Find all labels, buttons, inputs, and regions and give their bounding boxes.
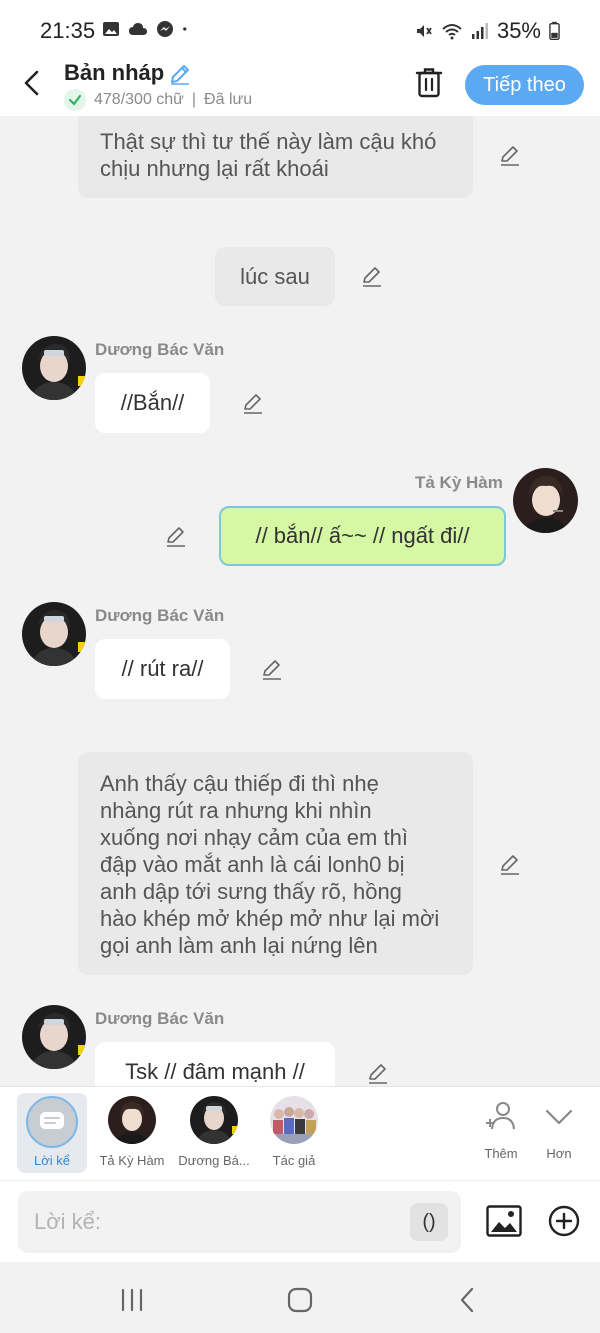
message-text: // bắn// ấ~~ // ngất đi// — [255, 523, 470, 548]
edit-message-icon[interactable] — [164, 524, 188, 548]
word-count: 478/300 chữ — [94, 91, 184, 108]
saved-status: Đã lưu — [204, 91, 253, 108]
more-button[interactable]: Hơn — [532, 1099, 586, 1161]
composer: () — [0, 1180, 600, 1262]
gallery-icon — [103, 22, 119, 36]
avatar — [190, 1096, 238, 1144]
message-line: gọi anh làm anh lại nứng lên — [100, 933, 378, 958]
avatar-duong-bac-van[interactable] — [22, 1005, 86, 1069]
add-circle-icon[interactable] — [548, 1205, 580, 1237]
messenger-icon — [157, 21, 173, 37]
wifi-icon — [442, 24, 462, 40]
character-message-right[interactable]: // bắn// ấ~~ // ngất đi// — [219, 506, 506, 566]
message-line: xuống nơi nhạy cảm của em thì — [100, 825, 408, 850]
chevron-down-icon — [545, 1109, 573, 1125]
speaker-name: Dương Bác Văn — [95, 340, 225, 359]
narration-message[interactable]: Anh thấy cậu thiếp đi thì nhẹ nhàng rút … — [78, 752, 473, 975]
narrator-icon — [26, 1096, 78, 1148]
speaker-name: Dương Bác Văn — [95, 1009, 225, 1028]
avatar-duong-bac-van[interactable] — [22, 602, 86, 666]
edit-message-icon[interactable] — [360, 264, 384, 288]
cloud-icon — [129, 23, 147, 35]
signal-icon — [471, 23, 488, 39]
mute-icon — [416, 25, 432, 37]
trash-icon[interactable] — [414, 66, 444, 98]
message-line: đập vào mắt anh là cái lonh0 bị — [100, 852, 405, 877]
avatar-ta-ky-ham[interactable] — [513, 468, 578, 533]
notification-icons — [102, 20, 192, 38]
message-line: hào khép mở khép mở như lại mời — [100, 906, 440, 931]
story-chat[interactable]: Thật sự thì tư thế này làm cậu khó chịu … — [0, 116, 600, 1086]
dot-icon — [183, 27, 187, 31]
speaker-name: Tả Kỳ Hàm — [415, 473, 503, 492]
character-label: Dương Bá... — [178, 1153, 250, 1168]
edit-message-icon[interactable] — [241, 391, 265, 415]
narration-message[interactable]: Thật sự thì tư thế này làm cậu khó chịu … — [78, 116, 473, 198]
character-selector: Lời kể Tả Kỳ Hàm Dương Bá... Tác giả Thê… — [0, 1086, 600, 1180]
back-nav-icon[interactable] — [454, 1286, 482, 1314]
add-label: Thêm — [484, 1146, 518, 1161]
check-icon — [64, 89, 86, 111]
draft-status: 478/300 chữ | Đã lưu — [64, 89, 252, 111]
draft-title: Bản nháp — [64, 60, 165, 85]
narration-input[interactable] — [18, 1191, 461, 1253]
more-label: Hơn — [546, 1146, 572, 1161]
character-author[interactable]: Tác giả — [259, 1096, 329, 1168]
status-time: 21:35 — [40, 18, 96, 43]
character-message[interactable]: //Bắn// — [95, 373, 210, 433]
recent-apps-icon[interactable] — [118, 1286, 146, 1314]
separator: | — [191, 91, 197, 108]
top-bar: Bản nháp 478/300 chữ | Đã lưu Tiếp theo — [0, 58, 600, 116]
next-button[interactable]: Tiếp theo — [465, 65, 584, 105]
add-character-button[interactable]: Thêm — [474, 1099, 528, 1161]
message-text: // rút ra// — [121, 656, 204, 681]
character-narrator[interactable]: Lời kể — [17, 1093, 87, 1173]
message-text: lúc sau — [240, 264, 310, 289]
message-text: Tsk // đâm mạnh // — [125, 1059, 305, 1084]
character-label: Lời kể — [34, 1153, 70, 1168]
back-arrow-icon[interactable] — [18, 68, 48, 98]
speaker-name: Dương Bác Văn — [95, 606, 225, 625]
edit-message-icon[interactable] — [498, 143, 522, 167]
parenthesis-button[interactable]: () — [410, 1203, 448, 1241]
character-message[interactable]: Tsk // đâm mạnh // — [95, 1042, 335, 1086]
avatar-duong-bac-van[interactable] — [22, 336, 86, 400]
edit-message-icon[interactable] — [260, 657, 284, 681]
character-message[interactable]: // rút ra// — [95, 639, 230, 699]
character-label: Tả Kỳ Hàm — [99, 1153, 165, 1168]
message-line: Anh thấy cậu thiếp đi thì nhẹ — [100, 771, 379, 796]
narration-message[interactable]: lúc sau — [215, 247, 335, 306]
message-text: Thật sự thì tư thế này làm cậu khó chịu … — [100, 129, 437, 181]
system-icons: 35% — [415, 18, 560, 44]
avatar — [270, 1096, 318, 1144]
character-label: Tác giả — [272, 1153, 316, 1168]
edit-title-icon[interactable] — [168, 62, 192, 86]
system-navigation-bar — [0, 1262, 600, 1333]
status-bar: 21:35 35% — [0, 0, 600, 58]
avatar — [108, 1096, 156, 1144]
character-duong-bac-van[interactable]: Dương Bá... — [175, 1096, 253, 1168]
image-icon[interactable] — [486, 1205, 522, 1237]
message-text: //Bắn// — [120, 390, 185, 415]
message-line: nhàng rút ra nhưng khi nhìn — [100, 798, 372, 823]
edit-message-icon[interactable] — [498, 852, 522, 876]
character-ta-ky-ham[interactable]: Tả Kỳ Hàm — [97, 1096, 167, 1168]
message-line: anh dập tới sưng thấy rõ, hồng — [100, 879, 402, 904]
edit-message-icon[interactable] — [366, 1061, 390, 1085]
battery-percent: 35% — [496, 18, 541, 43]
home-icon[interactable] — [286, 1286, 314, 1314]
battery-icon — [549, 21, 560, 40]
add-person-icon — [486, 1102, 515, 1130]
